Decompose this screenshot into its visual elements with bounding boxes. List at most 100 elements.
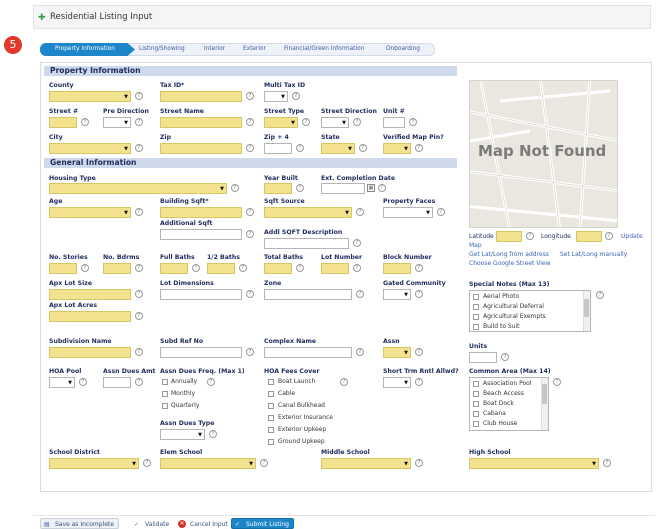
longitude-input[interactable] bbox=[576, 231, 602, 242]
save-incomplete-button[interactable]: ▤ Save as Incomplete bbox=[40, 518, 119, 529]
dues-freq-monthly-checkbox[interactable] bbox=[162, 391, 168, 397]
help-icon[interactable]: ? bbox=[292, 92, 300, 100]
year-built-input[interactable] bbox=[264, 183, 292, 194]
get-latlong-link[interactable]: Get Lat/Long from address bbox=[469, 251, 549, 258]
help-icon[interactable]: ? bbox=[415, 144, 423, 152]
half-baths-input[interactable] bbox=[207, 263, 235, 274]
common-area-checkbox[interactable] bbox=[473, 401, 479, 407]
street-view-link[interactable]: Choose Google Street View bbox=[469, 260, 551, 267]
assn-dues-type-select[interactable]: ▼ bbox=[160, 429, 205, 440]
hoa-cover-checkbox[interactable] bbox=[268, 379, 274, 385]
help-icon[interactable]: ? bbox=[553, 378, 561, 386]
help-icon[interactable]: ? bbox=[356, 290, 364, 298]
help-icon[interactable]: ? bbox=[135, 264, 143, 272]
help-icon[interactable]: ? bbox=[135, 208, 143, 216]
hoa-cover-checkbox[interactable] bbox=[268, 415, 274, 421]
help-icon[interactable]: ? bbox=[356, 208, 364, 216]
help-icon[interactable]: ? bbox=[246, 230, 254, 238]
assn-select[interactable]: ▼ bbox=[383, 347, 411, 358]
help-icon[interactable]: ? bbox=[135, 118, 143, 126]
help-icon[interactable]: ? bbox=[415, 348, 423, 356]
cancel-input-button[interactable]: ✕ Cancel Input bbox=[175, 518, 233, 529]
apx-lot-size-input[interactable] bbox=[49, 289, 131, 300]
help-icon[interactable]: ? bbox=[359, 144, 367, 152]
city-select[interactable]: ▼ bbox=[49, 143, 131, 154]
special-notes-listbox[interactable]: Aerial Photo Agricultural Deferral Agric… bbox=[469, 290, 591, 332]
help-icon[interactable]: ? bbox=[378, 184, 386, 192]
verified-map-pin-select[interactable]: ▼ bbox=[383, 143, 411, 154]
street-no-input[interactable] bbox=[49, 117, 77, 128]
validate-button[interactable]: ✓ Validate bbox=[130, 518, 175, 529]
street-direction-select[interactable]: ▼ bbox=[321, 117, 349, 128]
hoa-cover-checkbox[interactable] bbox=[268, 391, 274, 397]
full-baths-input[interactable] bbox=[160, 263, 188, 274]
help-icon[interactable]: ? bbox=[246, 144, 254, 152]
special-notes-checkbox[interactable] bbox=[473, 314, 479, 320]
help-icon[interactable]: ? bbox=[296, 264, 304, 272]
multi-tax-id-select[interactable]: ▼ bbox=[264, 91, 288, 102]
special-notes-checkbox[interactable] bbox=[473, 294, 479, 300]
hoa-pool-select[interactable]: ▼ bbox=[49, 377, 75, 388]
units-input[interactable] bbox=[469, 352, 497, 363]
help-icon[interactable]: ? bbox=[501, 353, 509, 361]
tab-exterior[interactable]: Exterior bbox=[243, 44, 266, 55]
property-faces-select[interactable]: ▼ bbox=[383, 207, 433, 218]
tab-interior[interactable]: Interior bbox=[204, 44, 225, 55]
help-icon[interactable]: ? bbox=[603, 459, 611, 467]
special-notes-checkbox[interactable] bbox=[473, 324, 479, 330]
subdivision-name-input[interactable] bbox=[49, 347, 131, 358]
help-icon[interactable]: ? bbox=[296, 184, 304, 192]
latitude-input[interactable] bbox=[496, 231, 522, 242]
help-icon[interactable]: ? bbox=[302, 118, 310, 126]
apx-lot-acres-input[interactable] bbox=[49, 311, 131, 322]
lot-dimensions-input[interactable] bbox=[160, 289, 242, 300]
assn-dues-amt-input[interactable] bbox=[103, 377, 131, 388]
common-area-listbox[interactable]: Association Pool Beach Access Boat Dock … bbox=[469, 377, 549, 431]
school-district-select[interactable]: ▼ bbox=[49, 458, 139, 469]
help-icon[interactable]: ? bbox=[143, 459, 151, 467]
gated-community-select[interactable]: ▼ bbox=[383, 289, 411, 300]
tab-financial-green[interactable]: Financial/Green Information bbox=[284, 44, 364, 55]
help-icon[interactable]: ? bbox=[231, 184, 239, 192]
help-icon[interactable]: ? bbox=[239, 264, 247, 272]
help-icon[interactable]: ? bbox=[209, 430, 217, 438]
update-link[interactable]: Update bbox=[621, 233, 643, 240]
help-icon[interactable]: ? bbox=[246, 290, 254, 298]
submit-listing-button[interactable]: ✓ Submit Listing bbox=[231, 518, 294, 529]
help-icon[interactable]: ? bbox=[356, 348, 364, 356]
help-icon[interactable]: ? bbox=[437, 208, 445, 216]
hoa-cover-checkbox[interactable] bbox=[268, 427, 274, 433]
state-select[interactable]: ▼ bbox=[321, 143, 355, 154]
help-icon[interactable]: ? bbox=[135, 378, 143, 386]
help-icon[interactable]: ? bbox=[135, 312, 143, 320]
help-icon[interactable]: ? bbox=[79, 378, 87, 386]
zip4-input[interactable] bbox=[264, 143, 292, 154]
housing-type-select[interactable]: ▼ bbox=[49, 183, 227, 194]
tab-listing-showing[interactable]: Listing/Showing bbox=[139, 44, 185, 55]
help-icon[interactable]: ? bbox=[207, 378, 215, 386]
no-bdrms-input[interactable] bbox=[103, 263, 131, 274]
unit-input[interactable] bbox=[383, 117, 405, 128]
total-baths-input[interactable] bbox=[264, 263, 292, 274]
zone-input[interactable] bbox=[264, 289, 352, 300]
map-link[interactable]: Map bbox=[469, 242, 482, 249]
help-icon[interactable]: ? bbox=[135, 92, 143, 100]
set-latlong-link[interactable]: Set Lat/Long manually bbox=[560, 251, 627, 258]
street-type-select[interactable]: ▼ bbox=[264, 117, 298, 128]
common-area-checkbox[interactable] bbox=[473, 381, 479, 387]
help-icon[interactable]: ? bbox=[246, 92, 254, 100]
short-trm-rntl-select[interactable]: ▼ bbox=[383, 377, 411, 388]
ext-completion-date-input[interactable] bbox=[321, 183, 365, 194]
age-select[interactable]: ▼ bbox=[49, 207, 131, 218]
help-icon[interactable]: ? bbox=[246, 118, 254, 126]
help-icon[interactable]: ? bbox=[415, 459, 423, 467]
help-icon[interactable]: ? bbox=[526, 232, 534, 240]
zip-input[interactable] bbox=[160, 143, 242, 154]
tax-id-input[interactable] bbox=[160, 91, 242, 102]
help-icon[interactable]: ? bbox=[135, 290, 143, 298]
hoa-cover-checkbox[interactable] bbox=[268, 439, 274, 445]
help-icon[interactable]: ? bbox=[605, 232, 613, 240]
help-icon[interactable]: ? bbox=[81, 118, 89, 126]
help-icon[interactable]: ? bbox=[353, 118, 361, 126]
help-icon[interactable]: ? bbox=[135, 144, 143, 152]
